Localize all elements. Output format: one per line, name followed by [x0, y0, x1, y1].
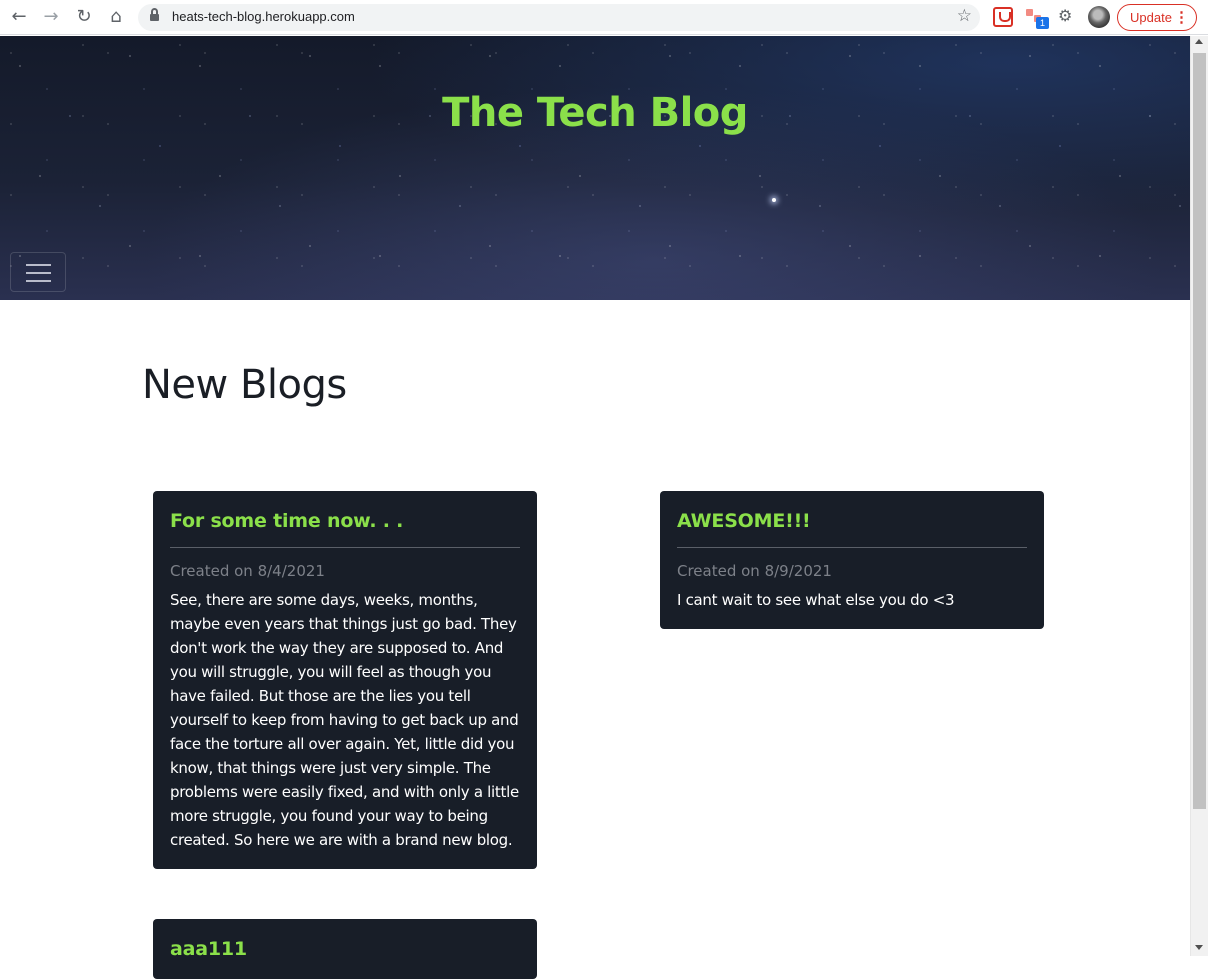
update-label: Update [1130, 10, 1172, 25]
extension-badge: 1 [1036, 17, 1049, 29]
profile-avatar[interactable] [1088, 6, 1110, 28]
url-text[interactable]: heats-tech-blog.herokuapp.com [172, 9, 355, 24]
scroll-up-icon[interactable] [1195, 39, 1203, 44]
blog-card-title[interactable]: AWESOME!!! [677, 508, 1027, 548]
more-menu-icon[interactable]: ⋮ [1174, 5, 1189, 30]
blog-card[interactable]: aaa111 [153, 919, 537, 979]
home-icon[interactable]: ⌂ [105, 6, 127, 28]
lock-icon[interactable] [150, 8, 159, 22]
section-title: New Blogs [142, 362, 347, 408]
update-button[interactable]: Update ⋮ [1117, 4, 1197, 31]
blog-card-title[interactable]: For some time now. . . [170, 508, 520, 548]
blog-card-body: See, there are some days, weeks, months,… [170, 591, 519, 849]
extensions-puzzle-icon[interactable]: ⚙ [1058, 6, 1072, 25]
blog-card-date: Created on 8/9/2021 [677, 562, 832, 580]
pocket-extension-icon[interactable] [993, 7, 1013, 27]
hero-banner: The Tech Blog [0, 36, 1190, 300]
network-extension-icon[interactable]: 1 [1026, 7, 1049, 29]
blog-card-body: I cant wait to see what else you do <3 [677, 591, 955, 609]
starfield-background-layer [0, 36, 1190, 300]
scroll-down-icon[interactable] [1195, 945, 1203, 950]
hamburger-menu-icon[interactable] [10, 252, 66, 292]
scroll-thumb[interactable] [1193, 53, 1206, 809]
bright-star [772, 198, 776, 202]
browser-toolbar: ← → ↻ ⌂ heats-tech-blog.herokuapp.com ☆ … [0, 0, 1208, 35]
site-title[interactable]: The Tech Blog [0, 90, 1190, 136]
blog-card-date: Created on 8/4/2021 [170, 562, 325, 580]
page-scrollbar[interactable] [1190, 36, 1208, 956]
bookmark-star-icon[interactable]: ☆ [957, 6, 972, 26]
blog-card[interactable]: AWESOME!!! Created on 8/9/2021 I cant wa… [660, 491, 1044, 629]
address-bar[interactable]: heats-tech-blog.herokuapp.com ☆ [138, 4, 980, 31]
blog-card[interactable]: For some time now. . . Created on 8/4/20… [153, 491, 537, 869]
reload-icon[interactable]: ↻ [73, 6, 95, 28]
forward-arrow-icon[interactable]: → [40, 6, 62, 28]
back-arrow-icon[interactable]: ← [8, 6, 30, 28]
